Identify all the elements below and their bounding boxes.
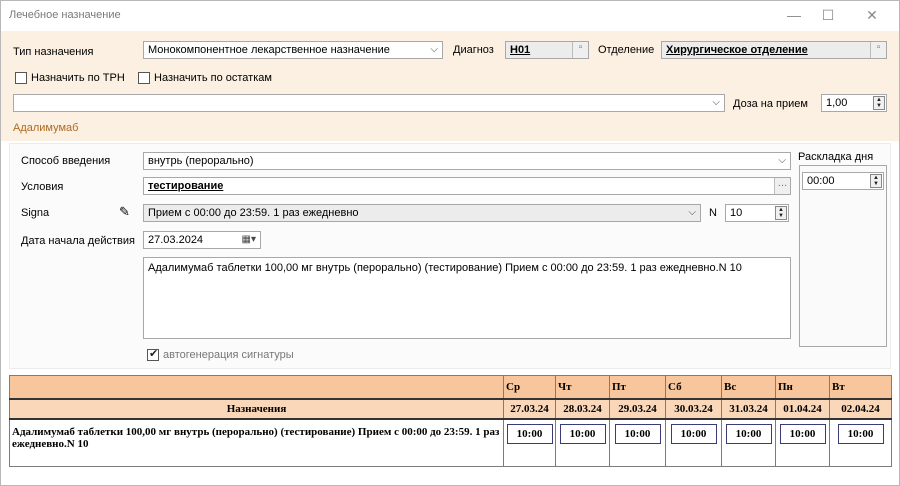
route-label: Способ введения xyxy=(21,155,111,167)
trn-checkbox[interactable] xyxy=(15,72,27,84)
date-cell: 27.03.24 xyxy=(503,397,556,420)
day-layout-panel: 00:00 ▲ ▼ xyxy=(799,165,887,347)
ellipsis-icon[interactable]: ▫ xyxy=(572,42,588,58)
type-select[interactable]: Монокомпонентное лекарственное назначени… xyxy=(143,41,443,59)
day-cell: Ср xyxy=(503,375,556,399)
day-cell: Пт xyxy=(609,375,666,399)
time-cell: 10:00 xyxy=(609,418,666,467)
pencil-icon[interactable]: ✎ xyxy=(119,204,130,220)
date-cell: 28.03.24 xyxy=(555,397,610,420)
signa-value: Прием с 00:00 до 23:59. 1 раз ежедневно xyxy=(148,207,359,219)
prescriptions-header: Назначения xyxy=(9,397,504,420)
close-button[interactable]: ✕ xyxy=(851,3,893,27)
drug-name-link[interactable]: Адалимумаб xyxy=(13,122,78,134)
title-bar: Лечебное назначение — ☐ ✕ xyxy=(1,1,899,31)
date-cell: 29.03.24 xyxy=(609,397,666,420)
route-value: внутрь (перорально) xyxy=(148,155,254,167)
chevron-down-icon: ⌵ xyxy=(778,155,786,166)
day-cell: Вт xyxy=(829,375,892,399)
table-row[interactable]: Адалимумаб таблетки 100,00 мг внутрь (пе… xyxy=(9,418,892,467)
trn-checkbox-label: Назначить по ТРН xyxy=(31,72,125,84)
chevron-down-icon: ⌵ xyxy=(712,97,720,108)
spin-arrows-icon[interactable]: ▲ ▼ xyxy=(873,96,885,110)
n-label: N xyxy=(709,207,717,219)
time-cell: 10:00 xyxy=(555,418,610,467)
stock-checkbox[interactable] xyxy=(138,72,150,84)
chevron-down-icon: ⌵ xyxy=(688,207,696,218)
n-input[interactable]: 10 ▲ ▼ xyxy=(725,204,789,222)
date-header-row: Назначения 27.03.24 28.03.24 29.03.24 30… xyxy=(9,397,892,420)
time-cell: 10:00 xyxy=(503,418,556,467)
day-cell: Сб xyxy=(665,375,722,399)
ellipsis-icon[interactable]: … xyxy=(774,178,790,194)
time-cell: 10:00 xyxy=(721,418,776,467)
ellipsis-icon[interactable]: ▫ xyxy=(870,42,886,58)
time-slot[interactable]: 10:00 xyxy=(725,423,772,444)
calendar-icon[interactable]: ▦▾ xyxy=(242,232,256,248)
time-slot[interactable]: 10:00 xyxy=(670,423,717,444)
date-cell: 31.03.24 xyxy=(721,397,776,420)
day-cell: Чт xyxy=(555,375,610,399)
autogen-checkbox[interactable] xyxy=(147,347,159,361)
prescription-window: Лечебное назначение — ☐ ✕ Тип назначения… xyxy=(0,0,900,486)
diagnosis-label: Диагноз xyxy=(453,44,494,56)
day-layout-time-value: 00:00 xyxy=(807,175,835,187)
conditions-value: тестирование xyxy=(148,180,224,192)
n-value: 10 xyxy=(730,207,743,219)
dose-label: Доза на прием xyxy=(733,98,808,110)
maximize-button[interactable]: ☐ xyxy=(807,3,849,27)
time-slot[interactable]: 10:00 xyxy=(614,423,661,444)
department-value: Хирургическое отделение xyxy=(666,44,808,56)
spin-arrows-icon[interactable]: ▲ ▼ xyxy=(775,206,787,220)
time-slot[interactable]: 10:00 xyxy=(837,423,884,444)
start-date-label: Дата начала действия xyxy=(21,235,135,247)
stock-checkbox-label: Назначить по остаткам xyxy=(154,72,272,84)
type-label: Тип назначения xyxy=(13,46,94,58)
signa-label: Signa xyxy=(21,207,50,219)
dose-value: 1,00 xyxy=(826,97,848,109)
signature-text[interactable]: Адалимумаб таблетки 100,00 мг внутрь (пе… xyxy=(143,257,791,339)
department-label: Отделение xyxy=(598,44,655,56)
start-date-picker[interactable]: 27.03.2024 ▦▾ xyxy=(143,231,261,249)
drug-select[interactable]: ⌵ xyxy=(13,94,725,112)
date-cell: 02.04.24 xyxy=(829,397,892,420)
start-date-value: 27.03.2024 xyxy=(148,234,204,246)
schedule-table: Ср Чт Пт Сб Вс Пн Вт Назначения 27.03.24… xyxy=(9,375,892,467)
date-cell: 01.04.24 xyxy=(775,397,830,420)
diagnosis-value: H01 xyxy=(510,44,531,56)
day-header-row: Ср Чт Пт Сб Вс Пн Вт xyxy=(9,375,892,399)
time-slot[interactable]: 10:00 xyxy=(779,423,826,444)
conditions-label: Условия xyxy=(21,181,64,193)
department-field[interactable]: Хирургическое отделение ▫ xyxy=(661,41,887,59)
time-cell: 10:00 xyxy=(775,418,830,467)
autogen-label: автогенерация сигнатуры xyxy=(163,349,294,361)
time-cell: 10:00 xyxy=(665,418,722,467)
date-cell: 30.03.24 xyxy=(665,397,722,420)
day-cell: Вс xyxy=(721,375,776,399)
window-title: Лечебное назначение xyxy=(9,9,121,21)
chevron-down-icon: ⌵ xyxy=(430,44,438,55)
time-slot[interactable]: 10:00 xyxy=(559,423,606,444)
dose-input[interactable]: 1,00 ▲ ▼ xyxy=(821,94,887,112)
time-cell: 10:00 xyxy=(829,418,892,467)
time-slot[interactable]: 10:00 xyxy=(506,423,553,444)
day-layout-time-input[interactable]: 00:00 ▲ ▼ xyxy=(802,172,884,190)
blank-header-cell xyxy=(9,375,504,399)
route-select[interactable]: внутрь (перорально) ⌵ xyxy=(143,152,791,170)
day-cell: Пн xyxy=(775,375,830,399)
day-layout-label: Раскладка дня xyxy=(798,151,874,163)
conditions-field[interactable]: тестирование … xyxy=(143,177,791,195)
spin-arrows-icon[interactable]: ▲ ▼ xyxy=(870,174,882,188)
type-select-value: Монокомпонентное лекарственное назначени… xyxy=(148,44,390,56)
prescription-text-cell: Адалимумаб таблетки 100,00 мг внутрь (пе… xyxy=(9,418,504,467)
signa-select[interactable]: Прием с 00:00 до 23:59. 1 раз ежедневно … xyxy=(143,204,701,222)
diagnosis-field[interactable]: H01 ▫ xyxy=(505,41,589,59)
